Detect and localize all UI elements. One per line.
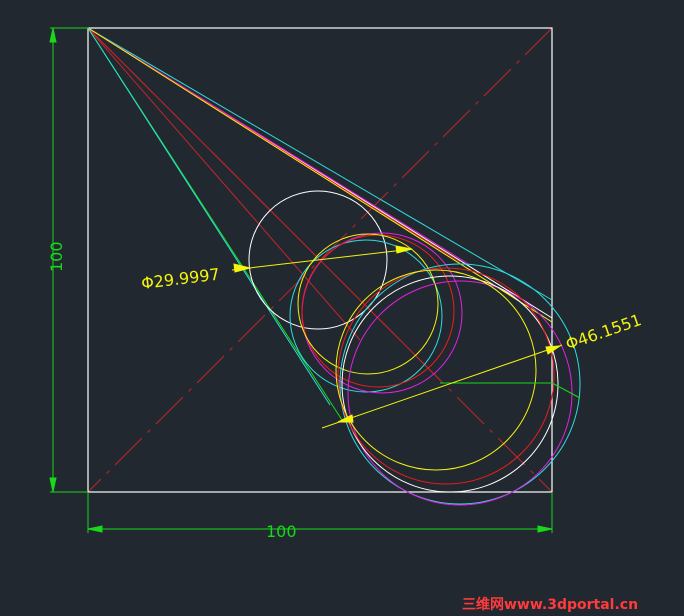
centerline-short-1	[87, 27, 361, 341]
construction-diagonal	[551, 382, 581, 399]
circle-yellow-medium	[297, 233, 439, 375]
watermark-chinese: 三维网	[462, 597, 504, 613]
leader-small-arrow	[395, 245, 413, 254]
tangent-lines	[87, 27, 553, 421]
tangent-line-cyan-lower	[87, 27, 331, 406]
horizontal-dim-arrow-right	[537, 525, 553, 533]
construction-lines	[440, 382, 581, 399]
vertical-dim-arrow-bottom	[49, 477, 57, 493]
watermark-url: www.3dportal.cn	[504, 597, 639, 613]
circle-yellow-large	[335, 269, 537, 471]
vertical-dim-arrow-top	[49, 27, 57, 43]
horizontal-dim-arrow-left	[87, 525, 103, 533]
watermark: 三维网www.3dportal.cn	[462, 594, 638, 614]
horizontal-dimension	[87, 492, 553, 533]
circle-red-large	[337, 267, 555, 485]
medium-circles	[289, 232, 463, 394]
circle-red-medium	[301, 234, 455, 388]
large-circles	[335, 263, 581, 506]
diameter-label-large: Φ46.1551	[563, 310, 644, 354]
vertical-dimension-label: 100	[47, 241, 66, 272]
centerline-short-2	[87, 27, 441, 381]
cad-drawing: Φ29.9997 Φ46.1551 100 100	[47, 27, 644, 541]
diameter-label-small: Φ29.9997	[140, 265, 220, 293]
circle-cyan-large	[339, 263, 581, 505]
tangent-line-cyan	[87, 27, 553, 301]
leader-large	[321, 344, 563, 429]
leader-small	[231, 248, 413, 271]
horizontal-dimension-label: 100	[266, 522, 297, 541]
